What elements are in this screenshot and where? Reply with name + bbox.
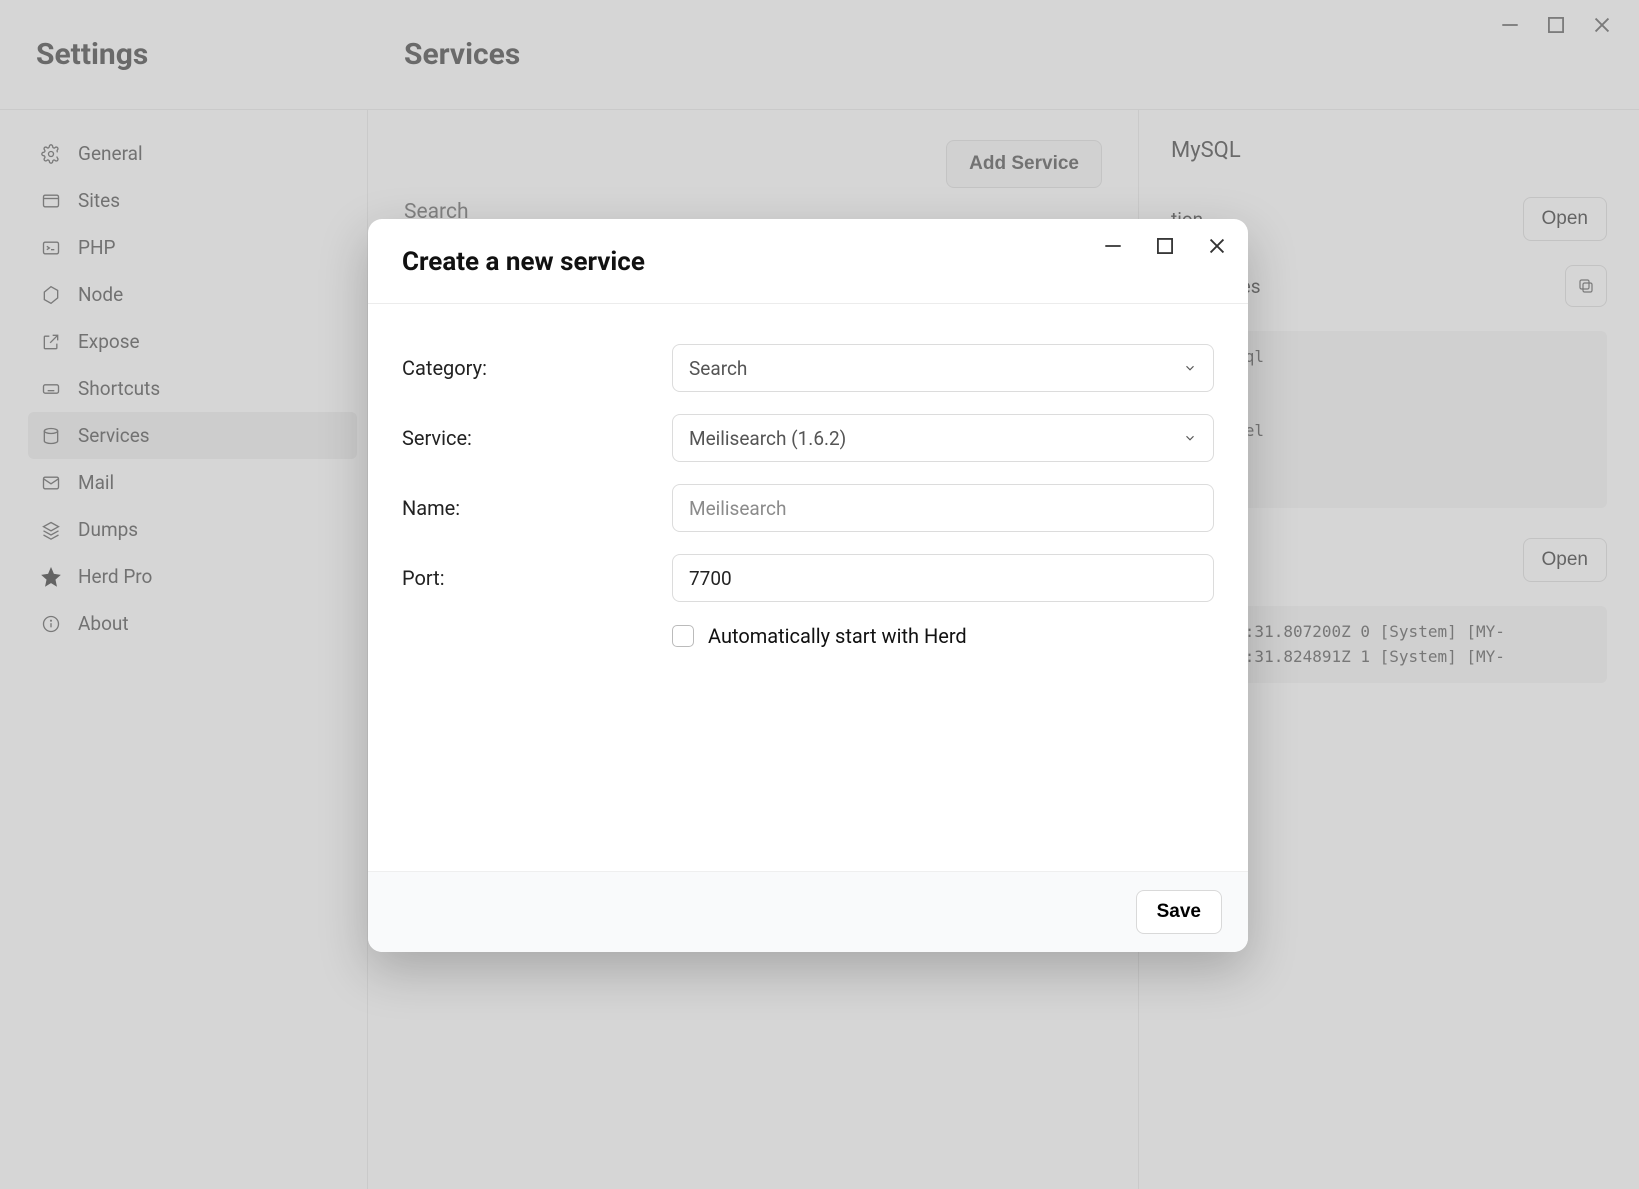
port-input[interactable]: 7700 <box>672 554 1214 602</box>
modal-window-controls <box>1104 237 1226 255</box>
autostart-checkbox[interactable] <box>672 625 694 647</box>
category-label: Category: <box>402 356 672 380</box>
service-label: Service: <box>402 426 672 450</box>
modal-header: Create a new service <box>368 219 1248 304</box>
modal-title: Create a new service <box>402 247 1214 277</box>
service-select-value: Meilisearch (1.6.2) <box>689 427 846 450</box>
modal-close-icon[interactable] <box>1208 237 1226 255</box>
modal-body: Category: Search Service: Meilisearch (1… <box>368 304 1248 871</box>
modal-minimize-icon[interactable] <box>1104 237 1122 255</box>
create-service-modal: Create a new service Category: Search <box>368 219 1248 952</box>
save-button[interactable]: Save <box>1136 890 1222 934</box>
modal-footer: Save <box>368 871 1248 952</box>
autostart-label: Automatically start with Herd <box>708 624 967 648</box>
chevron-down-icon <box>1183 361 1197 375</box>
category-select[interactable]: Search <box>672 344 1214 392</box>
name-input[interactable]: Meilisearch <box>672 484 1214 532</box>
name-input-placeholder: Meilisearch <box>689 497 786 520</box>
name-label: Name: <box>402 496 672 520</box>
port-label: Port: <box>402 566 672 590</box>
port-input-value: 7700 <box>689 567 732 590</box>
category-select-value: Search <box>689 357 747 380</box>
chevron-down-icon <box>1183 431 1197 445</box>
service-select[interactable]: Meilisearch (1.6.2) <box>672 414 1214 462</box>
autostart-row[interactable]: Automatically start with Herd <box>402 624 1214 648</box>
modal-maximize-icon[interactable] <box>1156 237 1174 255</box>
